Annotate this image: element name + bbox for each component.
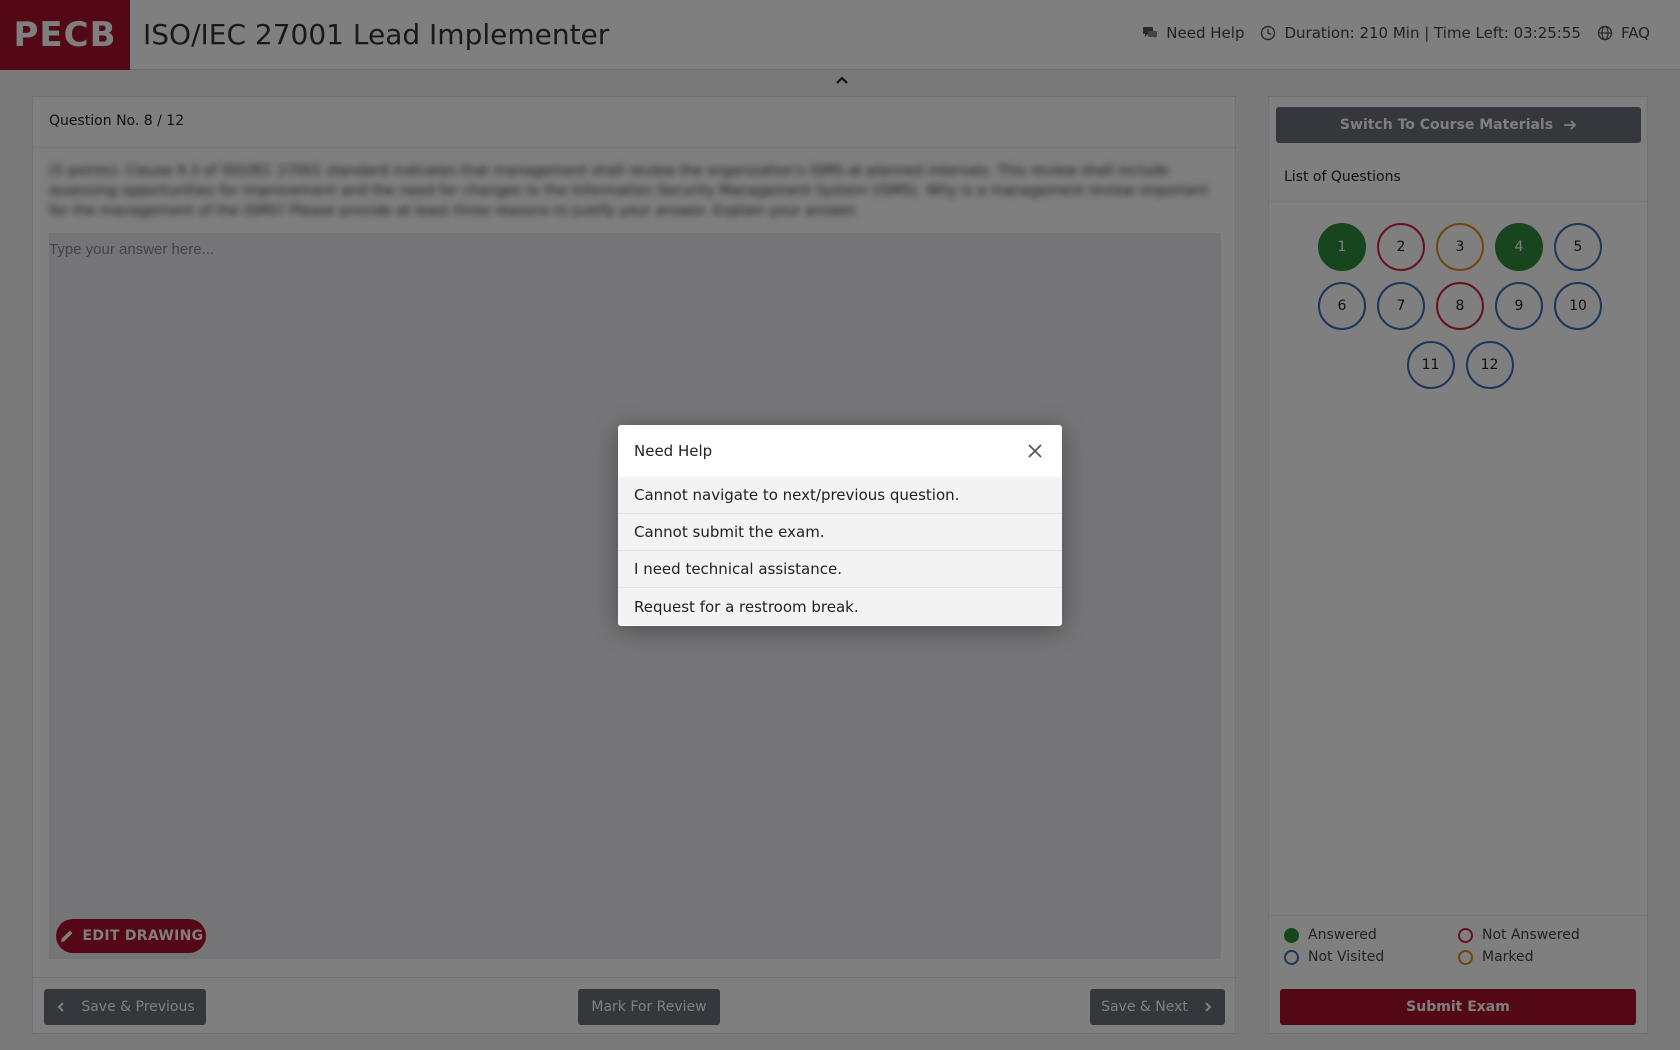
- close-icon: [1028, 444, 1042, 458]
- help-options-list: Cannot navigate to next/previous questio…: [618, 477, 1062, 625]
- modal-title: Need Help: [634, 442, 713, 460]
- modal-close-button[interactable]: [1024, 440, 1046, 462]
- help-option-3[interactable]: I need technical assistance.: [618, 551, 1062, 588]
- help-option-2[interactable]: Cannot submit the exam.: [618, 514, 1062, 551]
- need-help-modal: Need Help Cannot navigate to next/previo…: [618, 425, 1062, 626]
- modal-header: Need Help: [618, 425, 1062, 477]
- help-option-1[interactable]: Cannot navigate to next/previous questio…: [618, 477, 1062, 514]
- help-option-4[interactable]: Request for a restroom break.: [618, 588, 1062, 625]
